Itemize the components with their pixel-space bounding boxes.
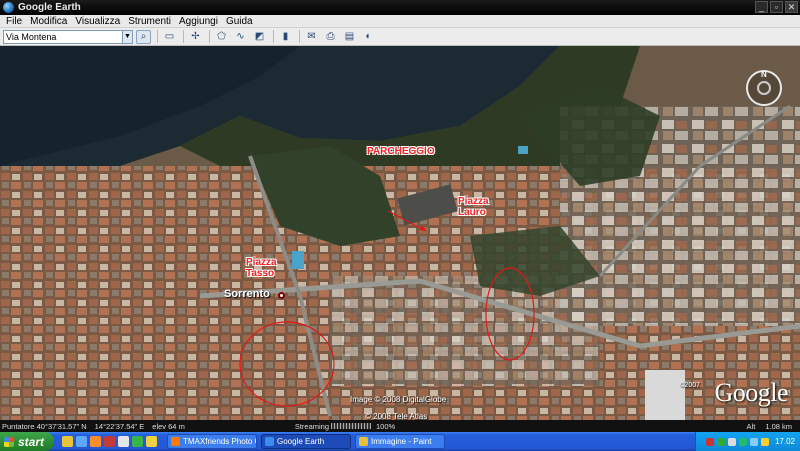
print-button[interactable]: ⎙ — [323, 30, 338, 44]
task-paint[interactable]: Immagine - Paint — [355, 434, 445, 449]
compass-north: N — [761, 70, 767, 79]
title-bar: Google Earth _ ▫ ✕ — [0, 0, 800, 15]
task-label: Immagine - Paint — [371, 437, 432, 446]
chevron-down-icon[interactable]: ▼ — [122, 30, 132, 43]
clock[interactable]: 17.02 — [775, 437, 795, 446]
map-icon: ▤ — [344, 31, 355, 42]
close-button[interactable]: ✕ — [785, 1, 798, 13]
label-piazza-tasso: Piazza Tasso — [246, 257, 277, 279]
toolbar: Via Montena ▼ ⌕ ▭ ✢ ⬠ ∿ ◩ ▮ ✉ ⎙ ▤ ◐ — [0, 28, 800, 46]
polygon-icon: ⬠ — [217, 31, 226, 42]
logo-copyright: ©2007 — [679, 382, 700, 389]
pushpin-icon: ✢ — [191, 31, 200, 42]
compass-control[interactable]: N — [746, 70, 782, 106]
volume-icon[interactable] — [760, 437, 769, 446]
tray-icon[interactable] — [727, 437, 736, 446]
maximize-button[interactable]: ▫ — [770, 1, 783, 13]
app-icon[interactable] — [104, 436, 115, 447]
tray-icon[interactable] — [738, 437, 747, 446]
compass-ring-icon — [757, 81, 771, 95]
task-label: Google Earth — [277, 437, 325, 446]
image-credit: Image © 2008 DigitalGlobe — [350, 395, 447, 404]
app-icon[interactable] — [146, 436, 157, 447]
sidebar-icon: ▭ — [164, 31, 175, 42]
map-viewport[interactable]: PARCHEGGIO Piazza Lauro Piazza Tasso Sor… — [0, 46, 800, 420]
pointer-lon: 14°22'37.54" E — [94, 421, 145, 431]
ruler-button[interactable]: ▮ — [278, 30, 293, 44]
tray-icon[interactable] — [705, 437, 714, 446]
menu-file[interactable]: File — [2, 16, 26, 27]
email-button[interactable]: ✉ — [304, 30, 319, 44]
label-piazza-lauro: Piazza Lauro — [458, 196, 489, 218]
minimize-button[interactable]: _ — [755, 1, 768, 13]
label-sorrento: Sorrento — [224, 288, 270, 300]
search-button[interactable]: ⌕ — [136, 29, 151, 44]
system-tray: 17.02 — [695, 432, 800, 451]
alt-label: Alt — [746, 421, 756, 431]
browser-icon — [171, 437, 180, 446]
pointer-lat: Puntatore 40°37'31.57" N — [2, 421, 87, 431]
toolbar-separator — [183, 30, 184, 43]
status-bar: Puntatore 40°37'31.57" N 14°22'37.54" E … — [0, 420, 800, 432]
ruler-icon: ▮ — [282, 31, 289, 42]
taskbar: start TMAXfriends Photo G... Google Eart… — [0, 432, 800, 451]
window-title: Google Earth — [18, 2, 81, 13]
window-controls: _ ▫ ✕ — [755, 1, 798, 13]
windows-flag-icon — [4, 436, 14, 447]
quick-launch — [62, 436, 157, 447]
toolbar-separator — [209, 30, 210, 43]
streaming-percent: 100% — [376, 421, 396, 431]
app-icon[interactable] — [132, 436, 143, 447]
firefox-icon[interactable] — [90, 436, 101, 447]
sidebar-toggle-button[interactable]: ▭ — [162, 30, 177, 44]
envelope-icon: ✉ — [307, 31, 316, 42]
task-label: TMAXfriends Photo G... — [183, 437, 256, 446]
maps-button[interactable]: ▤ — [342, 30, 357, 44]
toolbar-separator — [273, 30, 274, 43]
google-earth-icon — [265, 437, 274, 446]
path-button[interactable]: ∿ — [233, 30, 248, 44]
start-label: start — [18, 434, 45, 449]
google-earth-icon — [3, 2, 14, 13]
menu-guida[interactable]: Guida — [222, 16, 257, 27]
satellite-imagery — [0, 46, 800, 420]
toolbar-separator — [299, 30, 300, 43]
alt-value: 1.08 km — [765, 421, 792, 431]
overlay-icon: ◩ — [254, 31, 265, 42]
menu-bar: File Modifica Visualizza Strumenti Aggiu… — [0, 15, 800, 28]
sky-button[interactable]: ◐ — [361, 30, 376, 44]
app-icon[interactable] — [118, 436, 129, 447]
polygon-button[interactable]: ⬠ — [214, 30, 229, 44]
planet-icon: ◐ — [365, 31, 372, 42]
printer-icon: ⎙ — [326, 31, 335, 42]
label-parcheggio: PARCHEGGIO — [367, 146, 435, 157]
menu-strumenti[interactable]: Strumenti — [124, 16, 175, 27]
network-icon[interactable] — [749, 437, 758, 446]
tray-icon[interactable] — [716, 437, 725, 446]
ie-icon[interactable] — [76, 436, 87, 447]
magnifier-icon: ⌕ — [140, 31, 147, 42]
google-logo: Google — [714, 378, 788, 407]
start-button[interactable]: start — [0, 432, 54, 451]
task-google-earth[interactable]: Google Earth — [261, 434, 351, 449]
menu-visualizza[interactable]: Visualizza — [71, 16, 124, 27]
paint-icon — [359, 437, 368, 446]
placemark-button[interactable]: ✢ — [188, 30, 203, 44]
path-icon: ∿ — [236, 31, 245, 42]
search-input-value: Via Montena — [6, 31, 57, 42]
place-marker-icon[interactable] — [278, 292, 285, 299]
tele-atlas-credit: © 2008 Tele Atlas — [365, 412, 428, 420]
task-tmaxfriends[interactable]: TMAXfriends Photo G... — [167, 434, 257, 449]
menu-aggiungi[interactable]: Aggiungi — [175, 16, 222, 27]
search-input[interactable]: Via Montena ▼ — [3, 29, 133, 44]
toolbar-separator — [157, 30, 158, 43]
menu-modifica[interactable]: Modifica — [26, 16, 71, 27]
streaming-progress — [331, 423, 372, 429]
pointer-elev: elev 64 m — [152, 421, 185, 431]
streaming-label: Streaming — [294, 421, 330, 431]
explorer-icon[interactable] — [62, 436, 73, 447]
overlay-button[interactable]: ◩ — [252, 30, 267, 44]
